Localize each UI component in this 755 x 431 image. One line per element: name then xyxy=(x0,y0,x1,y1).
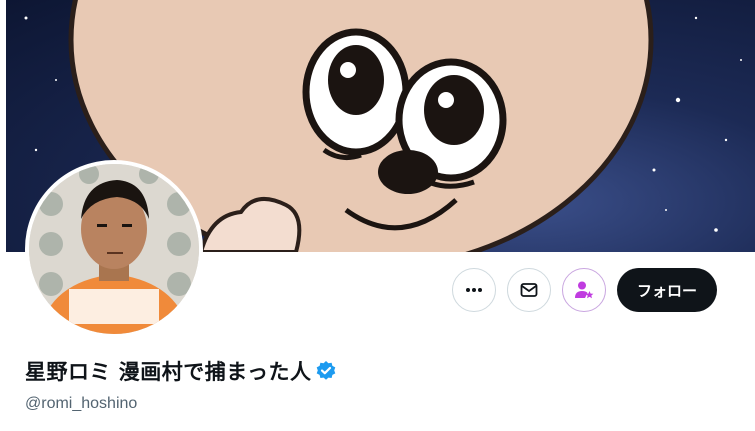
more-horizontal-icon xyxy=(466,288,482,292)
subscribe-button[interactable] xyxy=(562,268,606,312)
person-star-icon xyxy=(575,281,594,299)
display-name: 星野ロミ 漫画村で捕まった人 xyxy=(25,360,312,384)
message-button[interactable] xyxy=(507,268,551,312)
profile-actions: フォロー xyxy=(452,268,717,312)
verified-badge-icon[interactable] xyxy=(315,360,337,382)
follow-button[interactable]: フォロー xyxy=(617,268,717,312)
envelope-icon xyxy=(520,283,538,297)
user-handle: @romi_hoshino xyxy=(25,395,138,412)
avatar-photo xyxy=(29,164,199,334)
more-button[interactable] xyxy=(452,268,496,312)
avatar[interactable] xyxy=(25,160,203,338)
name-row: 星野ロミ 漫画村で捕まった人 xyxy=(25,356,337,386)
